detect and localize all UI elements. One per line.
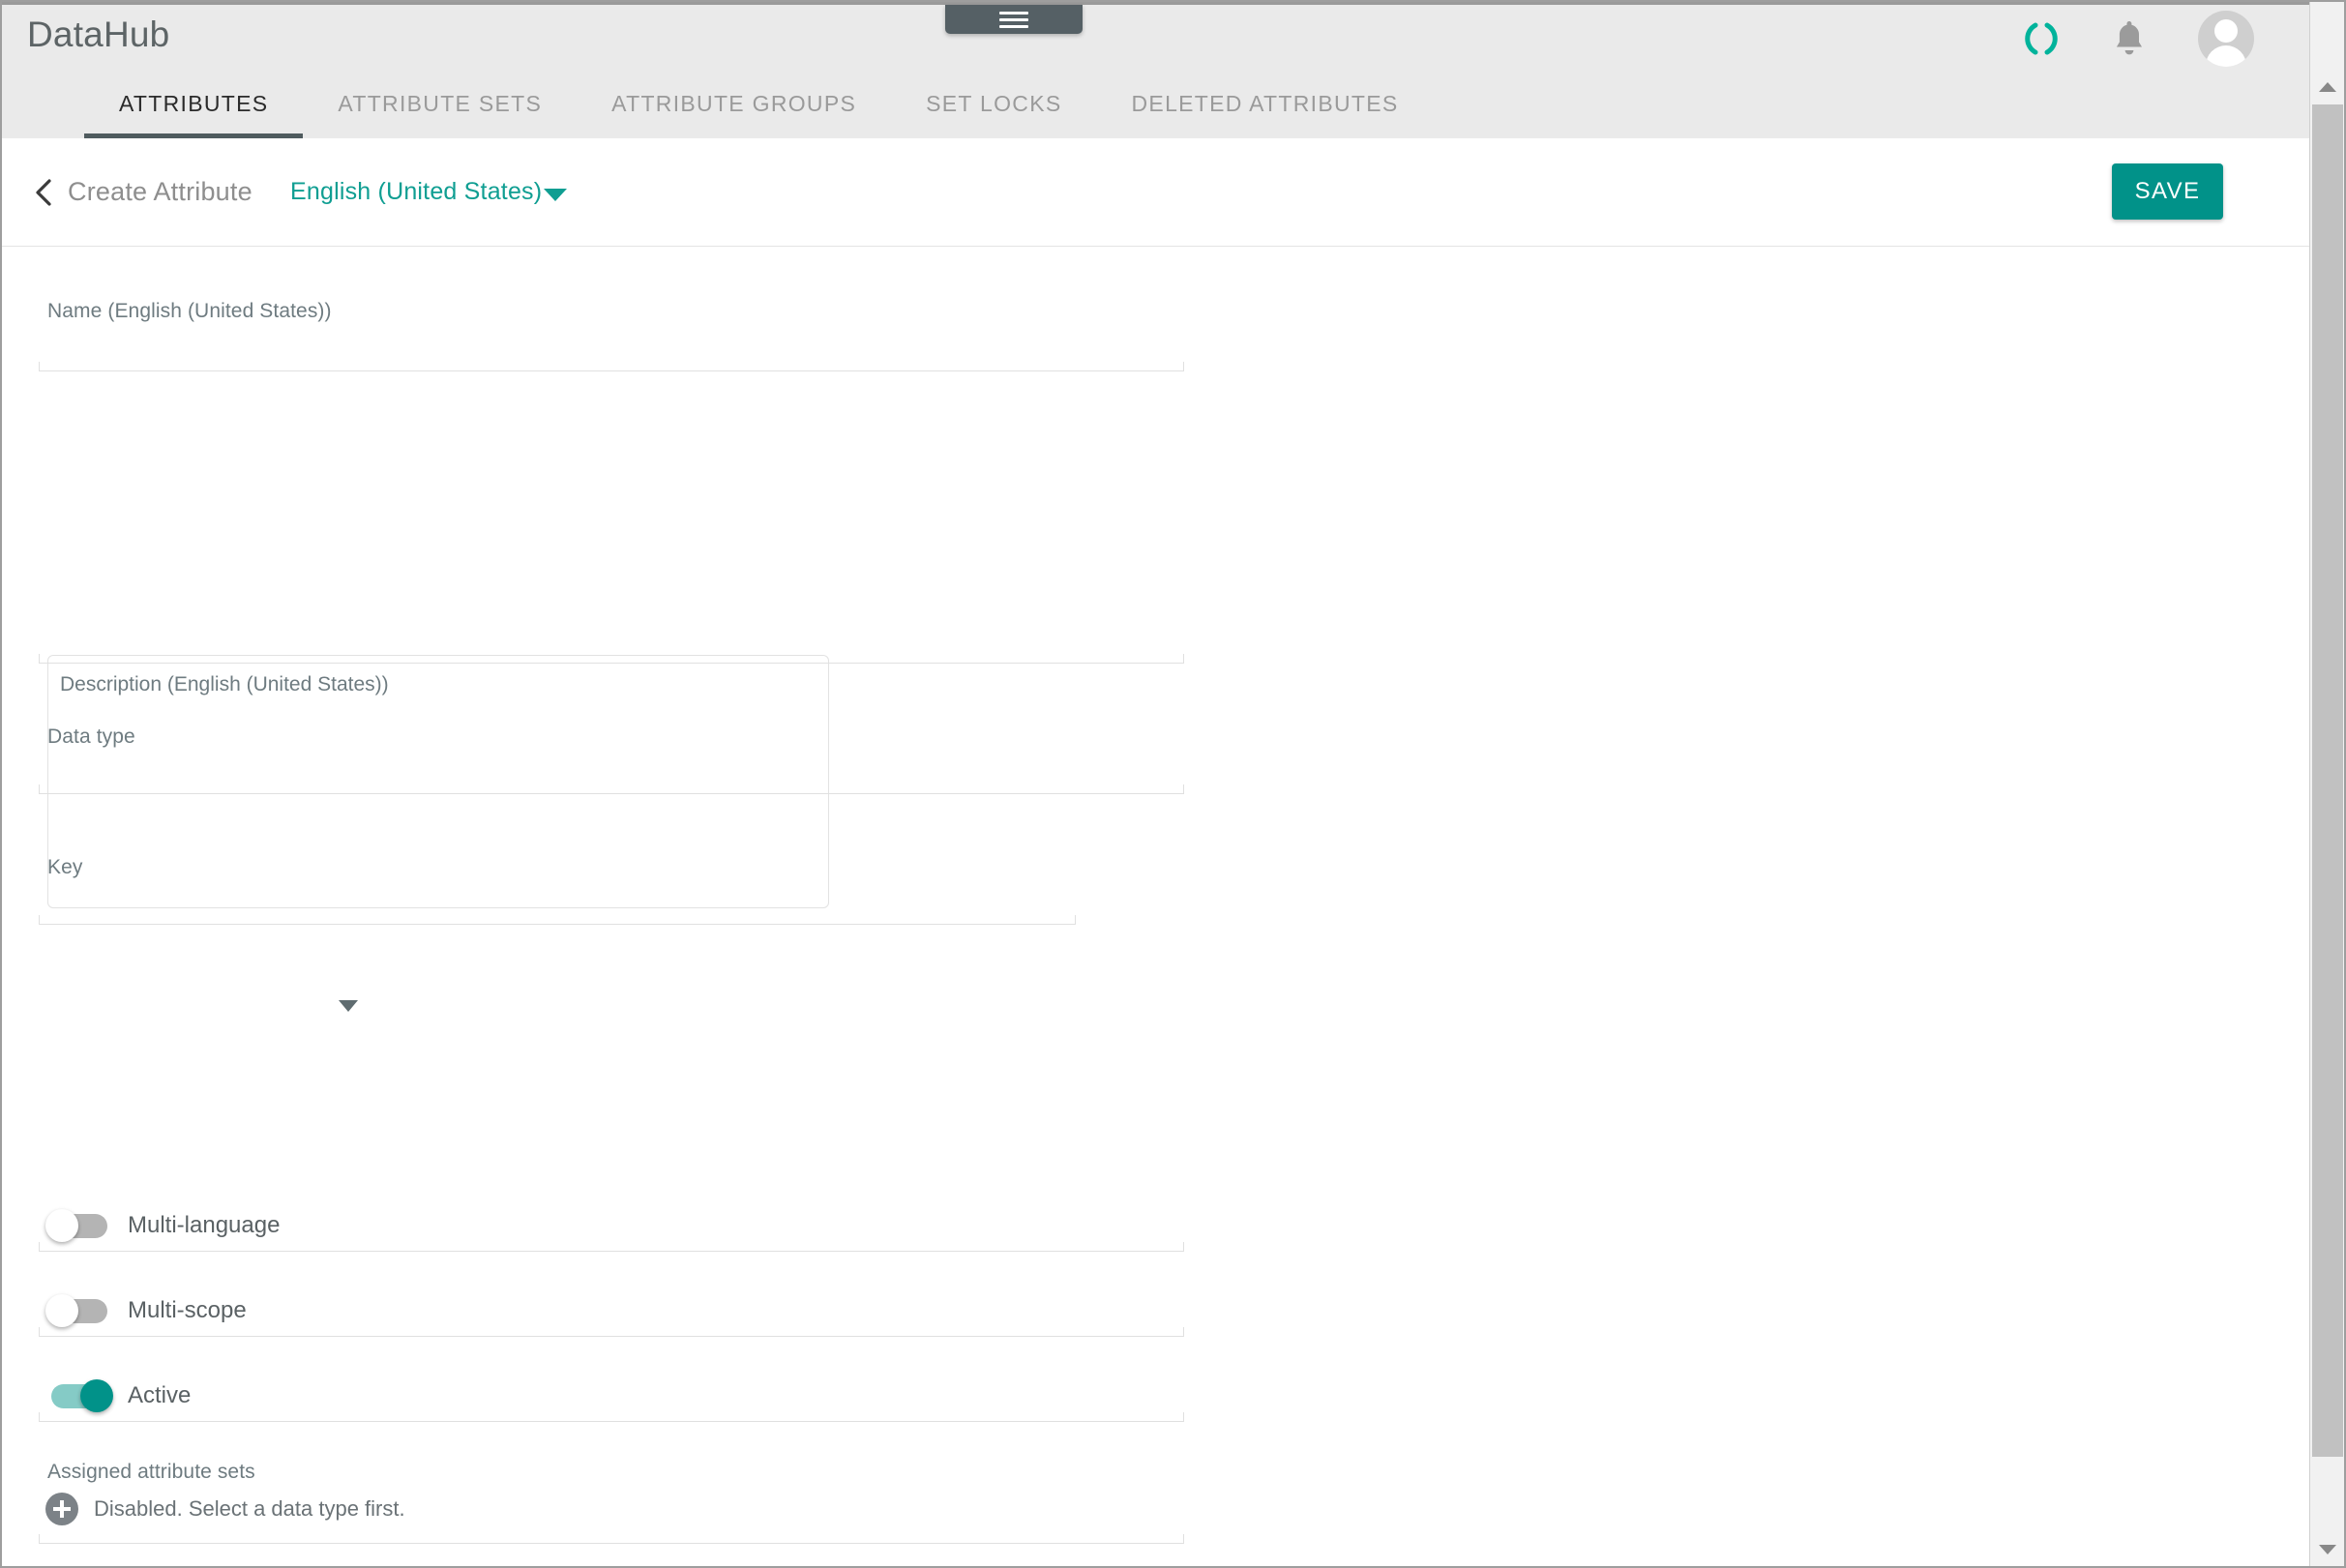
active-underline — [39, 1412, 1184, 1422]
assigned-attribute-sets-label: Assigned attribute sets — [47, 1461, 255, 1483]
scroll-down-arrow-icon[interactable] — [2310, 1532, 2344, 1566]
tab-label: DELETED ATTRIBUTES — [1131, 91, 1399, 116]
tab-set-locks[interactable]: SET LOCKS — [891, 70, 1096, 138]
key-field-label: Key — [47, 856, 83, 878]
tab-list: ATTRIBUTES ATTRIBUTE SETS ATTRIBUTE GROU… — [84, 70, 1434, 138]
multi-scope-row: Multi-scope — [2, 1294, 2310, 1337]
tab-label: ATTRIBUTE GROUPS — [611, 91, 857, 116]
active-toggle[interactable] — [45, 1379, 113, 1412]
scrollbar-thumb[interactable] — [2312, 104, 2343, 1457]
toggle-knob — [80, 1379, 113, 1412]
tab-deleted-attributes[interactable]: DELETED ATTRIBUTES — [1097, 70, 1434, 138]
data-type-select[interactable] — [39, 784, 1184, 794]
multi-scope-label: Multi-scope — [128, 1297, 247, 1323]
tab-attribute-sets[interactable]: ATTRIBUTE SETS — [303, 70, 577, 138]
page-subheader: Create Attribute English (United States) — [2, 138, 2310, 247]
multi-language-label: Multi-language — [128, 1212, 281, 1238]
active-row: Active — [2, 1379, 2310, 1422]
name-input[interactable] — [39, 362, 1184, 371]
key-input[interactable] — [39, 915, 1076, 925]
application-window: DataHub ATTRIBUTES ATTRIBUTE SETS ATTRIB… — [0, 0, 2346, 1568]
loading-spinner-icon — [2022, 19, 2061, 58]
user-avatar-icon[interactable] — [2198, 11, 2254, 67]
vertical-scrollbar[interactable] — [2309, 2, 2344, 1566]
notification-bell-icon[interactable] — [2111, 18, 2148, 59]
chevron-down-icon[interactable] — [544, 189, 567, 201]
tab-label: ATTRIBUTE SETS — [338, 91, 543, 116]
page-title: Create Attribute — [68, 177, 252, 206]
app-brand-title: DataHub — [27, 15, 170, 54]
assigned-attribute-sets-note: Disabled. Select a data type first. — [94, 1496, 405, 1521]
hamburger-menu-icon[interactable] — [999, 12, 1028, 32]
active-label: Active — [128, 1382, 192, 1408]
chevron-left-icon[interactable] — [31, 177, 58, 208]
tab-label: ATTRIBUTES — [119, 91, 269, 116]
multi-language-toggle[interactable] — [45, 1209, 113, 1242]
name-field-label: Name (English (United States)) — [47, 300, 332, 322]
description-field-label: Description (English (United States)) — [60, 673, 389, 695]
top-bar-actions — [2022, 5, 2254, 73]
toggle-knob — [45, 1209, 78, 1242]
avatar-body — [2206, 45, 2246, 67]
avatar-head — [2214, 19, 2238, 43]
description-underline — [39, 654, 1184, 664]
tab-bar: ATTRIBUTES ATTRIBUTE SETS ATTRIBUTE GROU… — [2, 70, 2310, 138]
multi-scope-toggle[interactable] — [45, 1294, 113, 1327]
tab-attribute-groups[interactable]: ATTRIBUTE GROUPS — [577, 70, 891, 138]
scroll-up-arrow-icon[interactable] — [2310, 70, 2344, 104]
multi-language-row: Multi-language — [2, 1209, 2310, 1252]
description-textarea[interactable]: Description (English (United States)) — [47, 655, 829, 908]
toggle-knob — [45, 1294, 78, 1327]
tab-attributes[interactable]: ATTRIBUTES — [84, 70, 304, 138]
save-button[interactable]: SAVE — [2112, 163, 2223, 220]
dropdown-caret-icon[interactable] — [339, 1000, 358, 1012]
drawer-handle[interactable] — [945, 5, 1083, 34]
multi-scope-underline — [39, 1327, 1184, 1337]
tab-label: SET LOCKS — [926, 91, 1062, 116]
data-type-field-label: Data type — [47, 725, 135, 748]
top-bar: DataHub — [2, 2, 2310, 70]
multi-language-underline — [39, 1242, 1184, 1252]
language-selector[interactable]: English (United States) — [290, 178, 542, 206]
add-circle-icon[interactable] — [45, 1493, 78, 1525]
assigned-attribute-sets-underline — [39, 1534, 1184, 1544]
